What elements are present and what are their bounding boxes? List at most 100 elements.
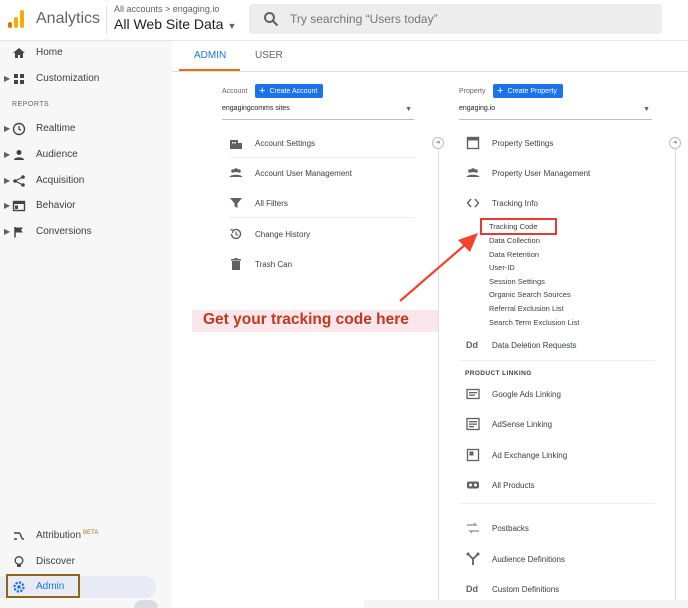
sidebar-item-label: Acquisition <box>36 175 85 186</box>
selected-account: engagingcomms sites <box>222 105 290 112</box>
all-filters-row[interactable]: All Filters <box>229 194 415 216</box>
row-label: Property User Management <box>492 169 591 178</box>
change-history-row[interactable]: Change History <box>229 225 415 247</box>
button-label: Create Property <box>507 88 557 95</box>
data-deletion-icon: Dd <box>466 340 478 350</box>
dashboard-icon <box>14 74 24 84</box>
row-divider <box>229 217 415 218</box>
row-divider <box>459 360 655 361</box>
property-label: Property <box>459 88 486 95</box>
top-bar: Analytics All accounts > engaging.io All… <box>0 0 688 41</box>
row-label: Change History <box>255 230 311 239</box>
user-id-link[interactable]: User-ID <box>489 263 515 272</box>
sidebar-item-label: Home <box>36 47 63 58</box>
sidebar-item-label: Conversions <box>36 226 92 237</box>
tracking-info-row[interactable]: Tracking Info <box>466 194 656 216</box>
ads-icon <box>466 388 480 400</box>
adsense-linking-row[interactable]: AdSense Linking <box>466 415 656 437</box>
expand-arrow-icon[interactable]: ▶ <box>4 176 10 185</box>
expand-arrow-icon[interactable]: ▶ <box>4 74 10 83</box>
code-icon <box>466 198 480 208</box>
session-settings-link[interactable]: Session Settings <box>489 277 545 286</box>
account-selector[interactable]: engagingcomms sites ▼ <box>222 105 414 120</box>
account-user-management-row[interactable]: Account User Management <box>229 164 415 186</box>
ad-exchange-linking-row[interactable]: Ad Exchange Linking <box>466 446 656 468</box>
button-label: Create Account <box>269 88 318 95</box>
sidebar-item-acquisition[interactable]: ▶ Acquisition <box>0 170 172 192</box>
expand-arrow-icon[interactable]: ▶ <box>4 124 10 133</box>
property-selector[interactable]: engaging.io ▼ <box>459 105 652 120</box>
postbacks-row[interactable]: Postbacks <box>466 519 656 541</box>
row-label: Postbacks <box>492 524 529 533</box>
sidebar-item-audience[interactable]: ▶ Audience <box>0 144 172 166</box>
data-deletion-requests-row[interactable]: Dd Data Deletion Requests <box>466 336 656 358</box>
data-collection-link[interactable]: Data Collection <box>489 236 540 245</box>
expand-arrow-icon[interactable]: ▶ <box>4 201 10 210</box>
tab-user[interactable]: USER <box>255 50 283 61</box>
expand-arrow-icon[interactable]: ▶ <box>4 227 10 236</box>
analytics-logo-icon[interactable] <box>8 10 24 28</box>
audience-definitions-row[interactable]: Audience Definitions <box>466 550 656 572</box>
postbacks-icon <box>467 522 479 534</box>
sidebar-item-label: Discover <box>36 556 75 567</box>
expand-arrow-icon[interactable]: ▶ <box>4 150 10 159</box>
person-icon <box>14 150 24 160</box>
breadcrumb[interactable]: All accounts > engaging.io <box>114 4 219 14</box>
row-label: Audience Definitions <box>492 555 565 564</box>
custom-definitions-row[interactable]: Dd Custom Definitions <box>466 580 656 602</box>
row-divider <box>459 503 655 504</box>
sidebar-item-conversions[interactable]: ▶ Conversions <box>0 221 172 243</box>
product-linking-label: PRODUCT LINKING <box>465 370 532 377</box>
scroll-handle[interactable] <box>134 600 158 608</box>
plus-icon: + <box>497 85 504 97</box>
property-icon <box>466 136 480 150</box>
people-icon <box>229 168 243 177</box>
row-label: Account Settings <box>255 139 316 148</box>
move-arrow-icon[interactable]: ➔ <box>669 137 681 149</box>
tab-admin[interactable]: ADMIN <box>194 50 226 61</box>
custom-definitions-icon: Dd <box>466 584 478 594</box>
selected-property: engaging.io <box>459 105 496 112</box>
adsense-icon <box>466 417 480 431</box>
sidebar-item-behavior[interactable]: ▶ Behavior <box>0 195 172 217</box>
acquisition-icon <box>13 175 25 187</box>
search-placeholder: Try searching “Users today” <box>290 12 438 26</box>
create-property-button[interactable]: + Create Property <box>493 84 563 98</box>
header-divider <box>106 6 107 34</box>
sidebar-item-discover[interactable]: Discover <box>0 551 172 573</box>
data-retention-link[interactable]: Data Retention <box>489 250 539 259</box>
create-account-button[interactable]: + Create Account <box>255 84 324 98</box>
sidebar-item-label: Audience <box>36 149 78 160</box>
footer <box>364 600 688 608</box>
move-arrow-icon[interactable]: ➔ <box>432 137 444 149</box>
referral-exclusion-list-link[interactable]: Referral Exclusion List <box>489 304 564 313</box>
sidebar-item-label: Attribution <box>36 530 82 541</box>
search-box[interactable]: Try searching “Users today” <box>249 4 662 34</box>
audience-def-icon <box>466 552 480 565</box>
organic-search-sources-link[interactable]: Organic Search Sources <box>489 290 571 299</box>
sidebar-item-attribution[interactable]: Attribution BETA <box>0 525 172 547</box>
column-separator <box>438 138 439 608</box>
adexchange-icon <box>466 448 480 462</box>
property-user-management-row[interactable]: Property User Management <box>466 164 656 186</box>
property-settings-row[interactable]: Property Settings <box>466 134 656 156</box>
all-products-row[interactable]: All Products <box>466 476 656 498</box>
reports-section-label: REPORTS <box>12 101 50 108</box>
sidebar-item-customization[interactable]: ▶ Customization <box>0 68 172 90</box>
sidebar-item-realtime[interactable]: ▶ Realtime <box>0 118 172 140</box>
tracking-code-highlight-box <box>480 218 557 235</box>
search-term-exclusion-list-link[interactable]: Search Term Exclusion List <box>489 318 579 327</box>
attribution-icon <box>14 532 24 540</box>
view-selector[interactable]: All Web Site Data ▼ <box>114 16 236 32</box>
row-label: Data Deletion Requests <box>492 341 577 350</box>
admin-tabs: ADMIN USER <box>172 41 688 72</box>
account-settings-row[interactable]: Account Settings <box>229 134 415 156</box>
row-label: Trash Can <box>255 260 293 269</box>
trash-icon <box>231 258 241 270</box>
sidebar-item-home[interactable]: Home <box>0 42 172 64</box>
column-separator <box>675 138 676 608</box>
trash-can-row[interactable]: Trash Can <box>229 255 415 277</box>
google-ads-linking-row[interactable]: Google Ads Linking <box>466 385 656 407</box>
lightbulb-icon <box>14 556 24 567</box>
sidebar-item-label: Behavior <box>36 200 76 211</box>
